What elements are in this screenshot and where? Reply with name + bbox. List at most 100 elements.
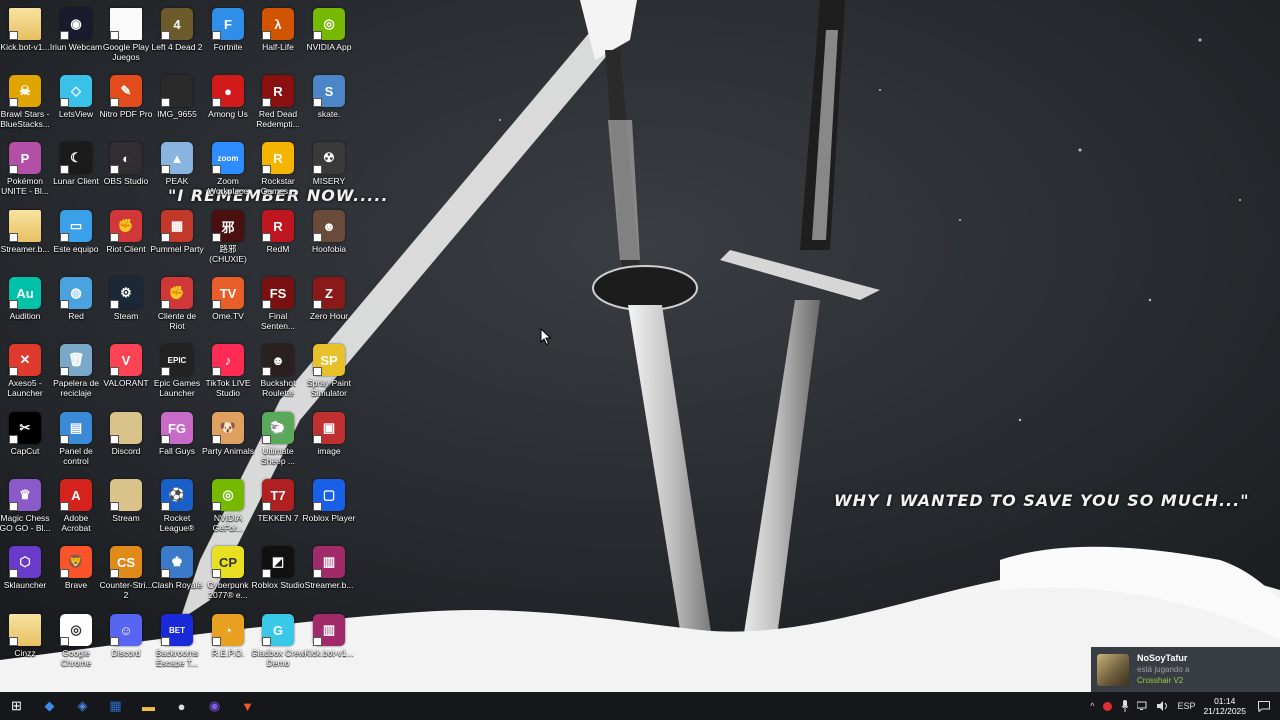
desktop-icon[interactable]: ⚙ Steam (101, 273, 151, 340)
notifications-icon[interactable] (1258, 700, 1270, 712)
desktop-icon[interactable]: V VALORANT (101, 340, 151, 407)
taskbar-file-explorer[interactable]: ▬ (132, 692, 165, 720)
desktop-icon[interactable]: Discord (101, 408, 151, 475)
desktop-icon[interactable]: Au Audition (0, 273, 50, 340)
desktop-icon[interactable]: ◎ NVIDIA GeFor... (203, 475, 253, 542)
desktop-icon[interactable]: ⚽ Rocket League® (152, 475, 202, 542)
desktop-icon[interactable]: R RedM (253, 206, 303, 273)
desktop-icon[interactable]: P Pokémon UNITE - Bl... (0, 138, 50, 205)
show-hidden-icons-chevron-icon[interactable]: ^ (1090, 701, 1094, 711)
taskbar-brave[interactable]: ▼ (231, 692, 264, 720)
desktop-icon[interactable]: 4 Left 4 Dead 2 (151, 4, 203, 71)
desktop-icon[interactable]: 🐑 Ultimate Sheep ... (253, 408, 303, 475)
desktop-icon[interactable]: R Red Dead Redempti... (253, 71, 303, 138)
desktop-icon[interactable]: IMG_9655 (152, 71, 202, 138)
taskbar-app-6[interactable]: ◉ (198, 692, 231, 720)
icon-glyph: ✂ (19, 420, 31, 435)
desktop-icon[interactable]: ⬡ Sklauncher (0, 542, 50, 609)
desktop-icon[interactable]: ◩ Roblox Studio (252, 542, 304, 609)
microphone-icon[interactable] (1121, 700, 1129, 712)
desktop-icon[interactable]: ✊ Riot Client (101, 206, 151, 273)
desktop-icon[interactable]: Cinzz (0, 610, 50, 677)
desktop-icon[interactable]: Streamer.b... (0, 206, 50, 273)
desktop-icon[interactable]: ♚ Clash Royale (152, 542, 202, 609)
desktop-icon[interactable]: ◉ Iriun Webcam (50, 4, 102, 71)
desktop-icon[interactable]: Kick.bot-v1... (0, 4, 50, 71)
desktop-icon[interactable]: ◎ NVIDIA App (304, 4, 354, 71)
desktop-icon[interactable]: A Adobe Acrobat (51, 475, 101, 542)
taskbar-app-1[interactable]: ◆ (33, 692, 66, 720)
desktop-icon[interactable]: 🦁 Brave (51, 542, 101, 609)
desktop-icon[interactable]: ♛ Magic Chess GO GO - Bl... (0, 475, 51, 542)
desktop-icon[interactable]: ☾ Lunar Client (51, 138, 101, 205)
desktop-icon[interactable]: ☺ Discord (101, 610, 151, 677)
taskbar-app-1-icon: ◆ (44, 698, 55, 713)
desktop-icon[interactable]: TV Ome.TV (203, 273, 253, 340)
icon-glyph: EPIC (167, 355, 187, 365)
desktop-icon[interactable]: SP Spray Paint Simulator (304, 340, 354, 407)
desktop-icon[interactable]: EPIC Epic Games Launcher (152, 340, 202, 407)
desktop-icon[interactable]: CP Cyberpunk 2077® e... (203, 542, 253, 609)
taskbar-app-2[interactable]: ◈ (66, 692, 99, 720)
taskbar-app-3[interactable]: ▦ (99, 692, 132, 720)
desktop-icon[interactable]: Stream (101, 475, 151, 542)
desktop-icon[interactable]: FS Final Senten... (253, 273, 303, 340)
desktop-icon[interactable]: ◔ R.E.P.O. (203, 610, 253, 677)
desktop-icon[interactable]: FG Fall Guys (152, 408, 202, 475)
shortcut-arrow-icon (313, 637, 322, 646)
desktop-icon-label: Google Chrome (60, 648, 92, 668)
desktop-icon[interactable]: ▣ image (304, 408, 354, 475)
desktop-icon[interactable]: λ Half-Life (253, 4, 303, 71)
desktop-icon[interactable]: ▭ Este equipo (51, 206, 101, 273)
tray-app-icon[interactable] (1102, 701, 1113, 712)
shortcut-arrow-icon (262, 569, 271, 578)
desktop-icon[interactable]: Z Zero Hour (304, 273, 354, 340)
desktop-icon[interactable]: ✎ Nitro PDF Pro (100, 71, 152, 138)
desktop-icon[interactable]: ☻ Buckshot Roulette (253, 340, 303, 407)
clock[interactable]: 01:14 21/12/2025 (1203, 696, 1246, 716)
desktop-icon[interactable]: ◎ Google Chrome (51, 610, 101, 677)
start-button[interactable]: ⊞ (0, 692, 33, 720)
desktop-icon[interactable]: ▢ Roblox Player (303, 475, 355, 542)
desktop-icon[interactable]: Sskate. (304, 71, 354, 138)
desktop-icon[interactable]: ☠ Brawl Stars - BlueStacks... (0, 71, 50, 138)
desktop-icon[interactable]: ▥ Streamer.b... (304, 542, 354, 609)
volume-icon[interactable] (1157, 701, 1169, 711)
language-indicator[interactable]: ESP (1177, 701, 1195, 711)
desktop-icon[interactable]: ▥ Kick.bot-v1... (304, 610, 354, 677)
desktop-icon[interactable]: ✊ Cliente de Riot (152, 273, 202, 340)
network-icon[interactable] (1137, 701, 1149, 711)
network-icon: ◍ (60, 277, 92, 309)
desktop-icon[interactable]: ✂ CapCut (0, 408, 50, 475)
desktop-icon[interactable]: CS Counter-Stri... 2 (100, 542, 152, 609)
desktop-icon-label: PEAK (165, 176, 189, 186)
left4dead-icon: 4 (161, 8, 193, 40)
friend-activity-notification[interactable]: NoSoyTafur está jugando a Crosshair V2 (1091, 647, 1280, 692)
desktop-icon[interactable]: T7 TEKKEN 7 (253, 475, 303, 542)
icon-glyph: FS (269, 285, 287, 301)
desktop-icon[interactable]: Google Play Juegos (101, 4, 151, 71)
desktop-icon[interactable]: 🐶 Party Animals (202, 408, 254, 475)
desktop-icon[interactable]: ✕ Axeso5 - Launcher (0, 340, 50, 407)
desktop-icon[interactable]: ◐ OBS Studio (101, 138, 151, 205)
desktop-icon[interactable]: ◍ Red (51, 273, 101, 340)
desktop-icon[interactable]: ● Among Us (203, 71, 253, 138)
desktop-icon[interactable]: ☢ MISERY (304, 138, 354, 205)
taskbar-app-5[interactable]: ● (165, 692, 198, 720)
desktop-icon[interactable]: ▲ PEAK (152, 138, 202, 205)
desktop-icon[interactable]: ◇ LetsView (51, 71, 101, 138)
desktop-icon[interactable]: 邪路邪 (CHUXIE) (203, 206, 253, 273)
desktop-icon[interactable]: ▤ Panel de control (51, 408, 101, 475)
notification-status: está jugando a (1137, 665, 1190, 674)
desktop-icon-label: Clash Royale (151, 580, 203, 590)
desktop-icon[interactable]: ☻ Hoofobia (304, 206, 354, 273)
desktop-icon[interactable]: 🗑 Papelera de reciclaje (51, 340, 101, 407)
desktop-icon[interactable]: R Rockstar Games... (253, 138, 303, 205)
desktop-icon-label: Lunar Client (53, 176, 99, 186)
desktop-icon[interactable]: zoom Zoom Workplace (203, 138, 253, 205)
desktop-icon[interactable]: ♪ TikTok LIVE Studio (203, 340, 253, 407)
desktop-icon[interactable]: ▦ Pummel Party (150, 206, 204, 273)
desktop-icon[interactable]: F Fortnite (203, 4, 253, 71)
desktop-icon[interactable]: G Gladbox Crew Demo (251, 610, 305, 677)
desktop-icon[interactable]: BET Backrooms Escape T... (152, 610, 202, 677)
